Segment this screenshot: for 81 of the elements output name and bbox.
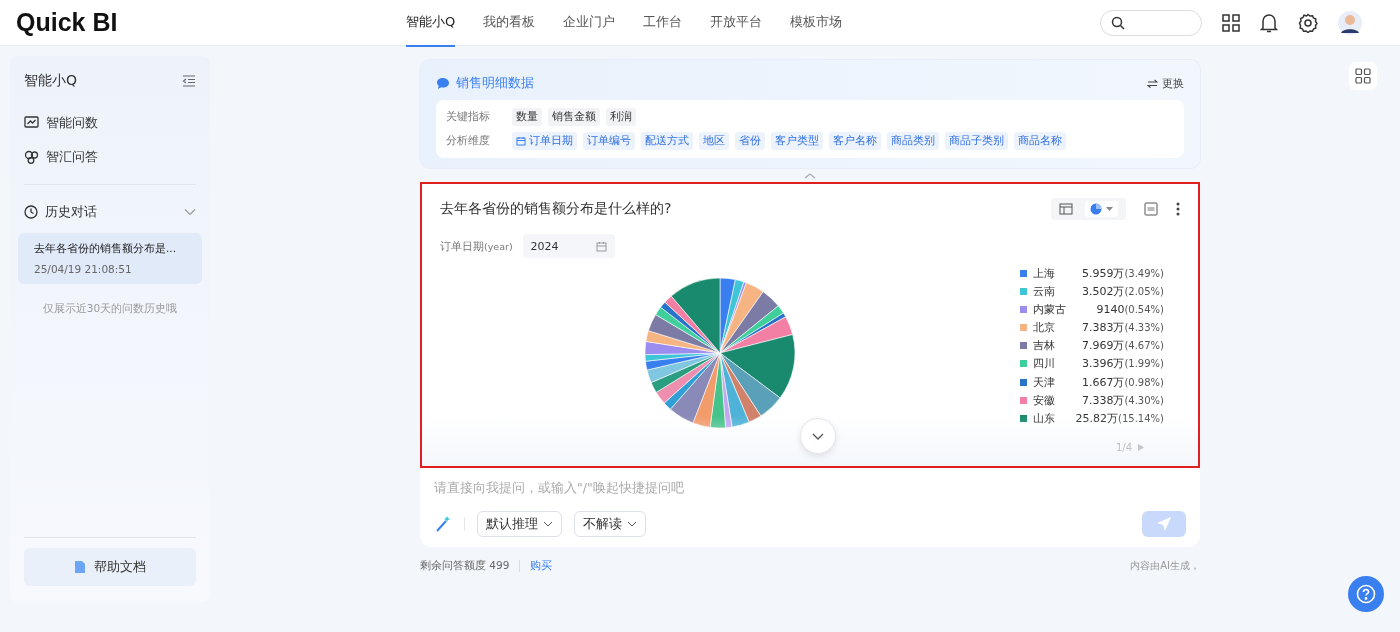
table-icon[interactable] <box>1059 203 1073 215</box>
nav-tab[interactable]: 工作台 <box>643 0 683 47</box>
nav-tab[interactable]: 智能小Q <box>406 0 456 47</box>
chevron-down-icon <box>543 521 553 527</box>
nav-tab[interactable]: 企业门户 <box>563 0 616 47</box>
metric-tag: 销售金额 <box>548 108 600 126</box>
help-button[interactable] <box>1348 576 1384 612</box>
help-docs-button[interactable]: 帮助文档 <box>24 548 196 586</box>
nav-tab[interactable]: 模板市场 <box>790 0 843 47</box>
history-item[interactable]: 去年各省份的销售额分布是... 25/04/19 21:08:51 <box>18 233 202 284</box>
switch-button[interactable]: 更换 <box>1147 75 1184 91</box>
dimension-tag: 配送方式 <box>641 132 693 150</box>
magic-wand-icon[interactable] <box>434 515 452 533</box>
sidebar-item[interactable]: 智能问数 <box>24 106 196 140</box>
chevron-down-icon <box>627 521 637 527</box>
avatar-icon[interactable] <box>1338 10 1362 35</box>
legend-item[interactable]: 安徽 7.338万(4.30%) <box>1020 392 1164 408</box>
filter-label: 订单日期(year) <box>440 238 513 254</box>
bubbles-icon <box>24 150 39 164</box>
settings-icon[interactable] <box>1298 12 1318 33</box>
search-icon <box>1111 15 1125 30</box>
legend-item[interactable]: 天津 1.667万(0.98%) <box>1020 374 1164 390</box>
dimension-tag: 省份 <box>735 132 765 150</box>
mode-dropdown[interactable]: 默认推理 <box>477 511 562 537</box>
clock-icon <box>24 205 38 219</box>
dimension-tag: 商品类别 <box>887 132 939 150</box>
legend-item[interactable]: 北京 7.383万(4.33%) <box>1020 320 1164 336</box>
calendar-icon <box>595 240 607 252</box>
more-icon[interactable] <box>1176 202 1180 216</box>
history-header[interactable]: 历史对话 <box>24 195 196 229</box>
pie-icon <box>1090 203 1102 215</box>
legend-item[interactable]: 云南 3.502万(2.05%) <box>1020 284 1164 300</box>
grid-icon[interactable] <box>1222 13 1240 32</box>
bell-icon[interactable] <box>1260 12 1278 33</box>
chat-icon <box>436 76 450 90</box>
sql-icon[interactable] <box>1144 202 1158 216</box>
sidebar-title: 智能小Q <box>24 72 78 90</box>
next-page-icon <box>1138 443 1144 451</box>
logo[interactable]: Quick BI <box>16 8 376 37</box>
question-input[interactable]: 请直接向我提问，或输入"/"唤起快捷提问吧 默认推理 不解读 <box>420 468 1200 547</box>
nav-tab[interactable]: 我的看板 <box>483 0 536 47</box>
disclaimer-text: 内容由AI生成， <box>1130 559 1200 573</box>
legend-item[interactable]: 吉林 7.969万(4.67%) <box>1020 338 1164 354</box>
year-field[interactable]: 2024 <box>522 234 615 258</box>
quota-text: 剩余问答额度 499 <box>420 559 510 573</box>
caret-icon <box>1106 207 1113 211</box>
sidebar-item[interactable]: 智汇问答 <box>24 140 196 174</box>
metric-tag: 数量 <box>512 108 542 126</box>
legend-item[interactable]: 山东 25.82万(15.14%) <box>1020 410 1164 426</box>
send-icon <box>1156 516 1172 532</box>
layout-button[interactable] <box>1349 62 1377 90</box>
swap-icon <box>1147 78 1158 88</box>
question-text: 去年各省份的销售额分布是什么样的? <box>440 200 673 218</box>
help-icon <box>1356 584 1376 604</box>
dimension-tag: 商品子类别 <box>945 132 1008 150</box>
dimension-tag: 商品名称 <box>1014 132 1066 150</box>
buy-link[interactable]: 购买 <box>530 559 553 573</box>
collapse-icon[interactable] <box>182 75 196 87</box>
calendar-icon <box>516 136 526 146</box>
history-note: 仅展示近30天的问数历史哦 <box>41 302 179 316</box>
dataset-title[interactable]: 销售明细数据 <box>456 74 534 92</box>
chevron-down-icon <box>812 432 824 440</box>
explain-dropdown[interactable]: 不解读 <box>574 511 646 537</box>
dimension-tag: 客户类型 <box>771 132 823 150</box>
chart-icon <box>24 116 39 130</box>
grid-icon <box>1355 68 1371 84</box>
dimension-tag: 地区 <box>699 132 729 150</box>
legend-item[interactable]: 上海 5.959万(3.49%) <box>1020 266 1164 281</box>
pie-chart-toggle[interactable] <box>1085 201 1118 217</box>
nav-tab[interactable]: 开放平台 <box>710 0 763 47</box>
expand-button[interactable] <box>800 418 836 454</box>
dimension-tag: 订单日期 <box>512 132 577 150</box>
metrics-label: 关键指标 <box>446 110 491 124</box>
dimensions-label: 分析维度 <box>446 134 491 148</box>
legend-item[interactable]: 内蒙古 9140(0.54%) <box>1020 302 1164 318</box>
collapse-caret-icon[interactable] <box>804 173 816 179</box>
metric-tag: 利润 <box>606 108 636 126</box>
dimension-tag: 订单编号 <box>583 132 635 150</box>
document-icon <box>74 560 86 574</box>
dimension-tag: 客户名称 <box>829 132 881 150</box>
legend-item[interactable]: 四川 3.396万(1.99%) <box>1020 356 1164 372</box>
